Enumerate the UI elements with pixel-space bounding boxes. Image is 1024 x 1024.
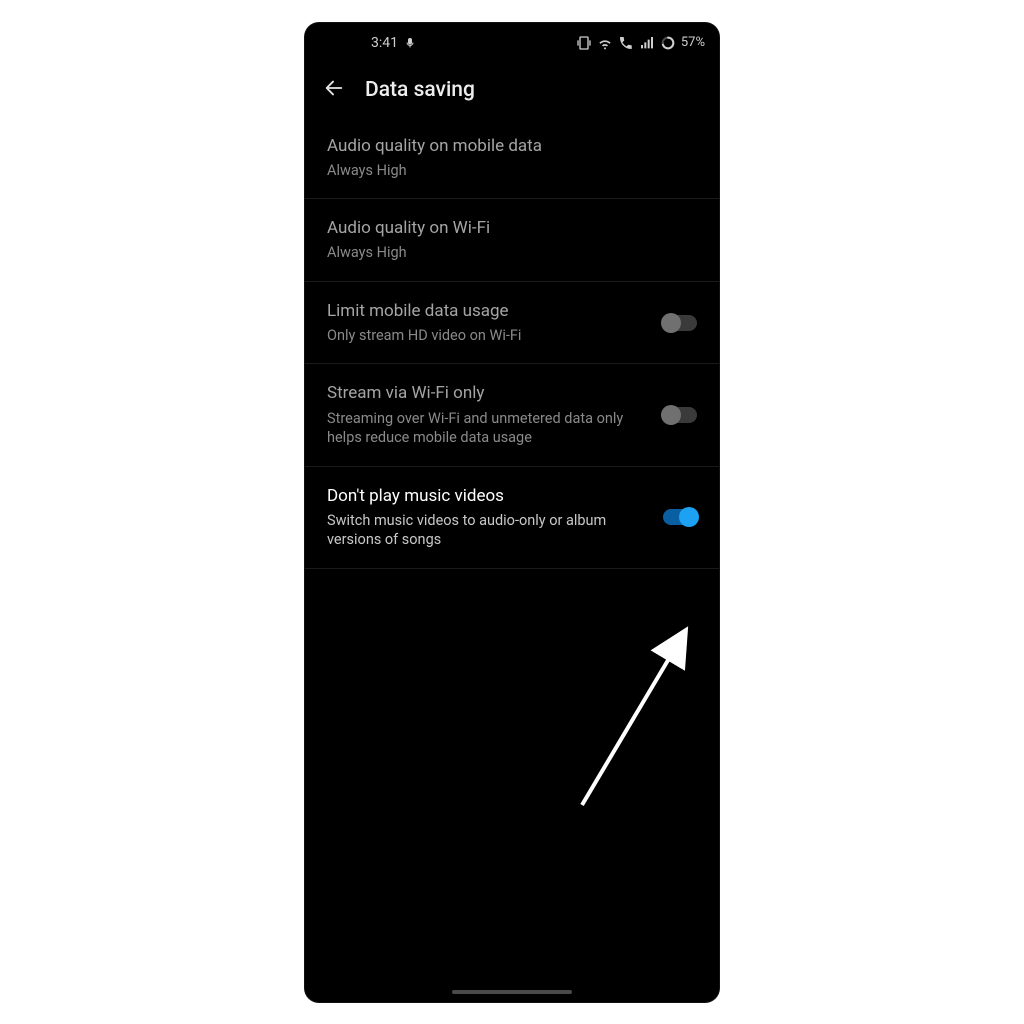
setting-text: Audio quality on mobile data Always High: [327, 135, 697, 181]
setting-title: Audio quality on mobile data: [327, 135, 697, 157]
app-bar: Data saving: [305, 61, 719, 117]
canvas: 3:41: [0, 0, 1024, 1024]
status-time: 3:41: [371, 35, 398, 51]
signal-icon: [639, 35, 655, 51]
volte-icon: [618, 35, 634, 51]
setting-title: Stream via Wi-Fi only: [327, 382, 643, 404]
page-title: Data saving: [365, 78, 475, 102]
status-bar: 3:41: [305, 23, 719, 61]
toggle-dont-play-mv[interactable]: [663, 509, 697, 525]
setting-text: Stream via Wi-Fi only Streaming over Wi-F…: [327, 382, 643, 447]
status-right: 57%: [576, 35, 705, 51]
annotation-arrow: [552, 620, 702, 820]
setting-row-limit-mobile[interactable]: Limit mobile data usage Only stream HD vi…: [305, 282, 719, 365]
setting-subtitle: Switch music videos to audio-only or alb…: [327, 511, 643, 550]
setting-row-stream-wifi-only[interactable]: Stream via Wi-Fi only Streaming over Wi-F…: [305, 364, 719, 466]
toggle-thumb: [679, 507, 699, 527]
setting-text: Limit mobile data usage Only stream HD vi…: [327, 300, 643, 346]
setting-text: Don't play music videos Switch music vide…: [327, 485, 643, 550]
setting-subtitle: Only stream HD video on Wi-Fi: [327, 326, 643, 346]
toggle-limit-mobile[interactable]: [663, 315, 697, 331]
toggle-thumb: [661, 405, 681, 425]
setting-subtitle: Streaming over Wi-Fi and unmetered data …: [327, 409, 643, 448]
setting-subtitle: Always High: [327, 161, 697, 181]
phone-frame: 3:41: [305, 23, 719, 1002]
wifi-icon: [597, 35, 613, 51]
status-left: 3:41: [371, 35, 416, 51]
setting-subtitle: Always High: [327, 243, 697, 263]
setting-title: Limit mobile data usage: [327, 300, 643, 322]
battery-percent: 57%: [681, 35, 705, 50]
back-arrow-icon[interactable]: [323, 77, 345, 103]
toggle-stream-wifi-only[interactable]: [663, 407, 697, 423]
gesture-nav-pill[interactable]: [452, 990, 572, 994]
battery-ring-icon: [660, 35, 676, 51]
toggle-thumb: [661, 313, 681, 333]
settings-list: Audio quality on mobile dataAlways HighA…: [305, 117, 719, 569]
setting-text: Audio quality on Wi-Fi Always High: [327, 217, 697, 263]
audio-route-icon: [404, 37, 416, 49]
setting-row-dont-play-mv[interactable]: Don't play music videos Switch music vide…: [305, 467, 719, 569]
vibrate-icon: [576, 35, 592, 51]
setting-title: Don't play music videos: [327, 485, 643, 507]
setting-row-audio-wifi[interactable]: Audio quality on Wi-Fi Always High: [305, 199, 719, 282]
setting-title: Audio quality on Wi-Fi: [327, 217, 697, 239]
setting-row-audio-mobile[interactable]: Audio quality on mobile data Always High: [305, 117, 719, 200]
